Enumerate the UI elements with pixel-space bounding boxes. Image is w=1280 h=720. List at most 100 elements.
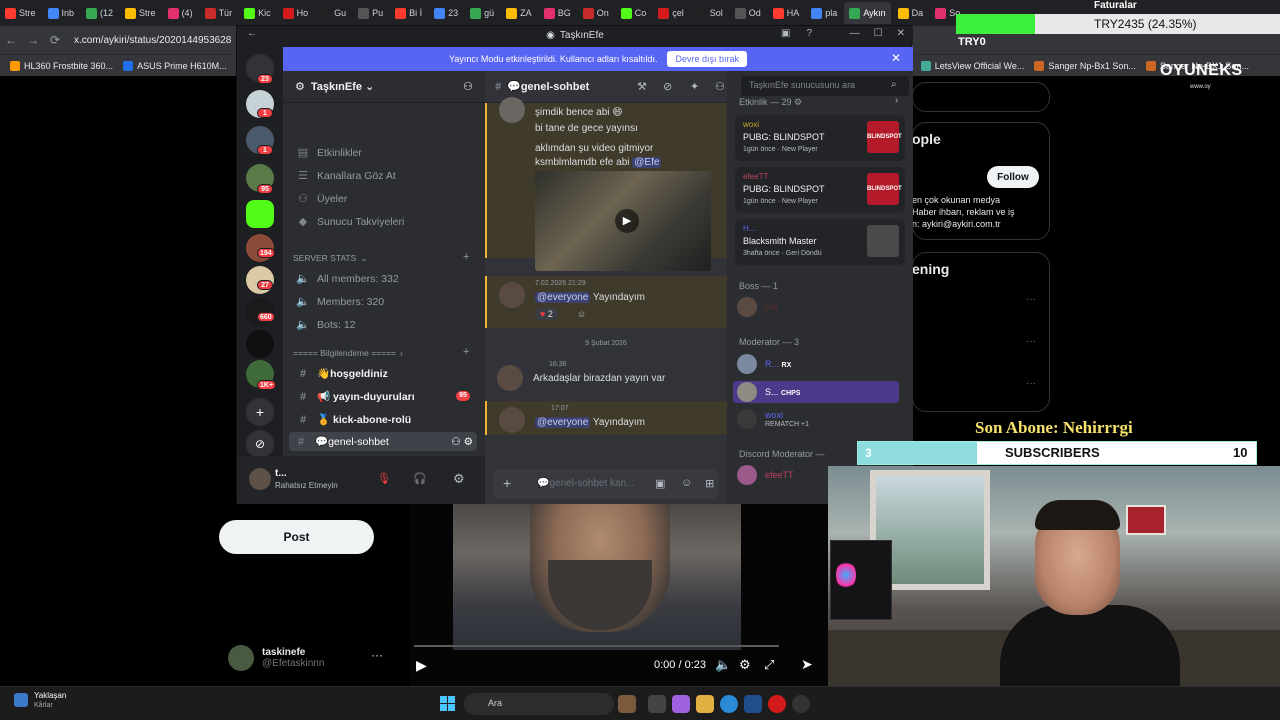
mic-muted-icon[interactable]: 🎙 (377, 472, 391, 485)
browser-tab[interactable]: Aykın (844, 2, 891, 24)
browser-tab[interactable]: çel (653, 2, 689, 24)
add-channel-icon[interactable]: + (463, 251, 469, 263)
member-row[interactable]: S... CHPS (733, 381, 899, 403)
obs-icon[interactable] (792, 695, 810, 713)
start-button[interactable] (440, 696, 456, 712)
add-server-icon[interactable]: + (246, 398, 274, 426)
browser-tab[interactable]: Gu (315, 2, 351, 24)
copilot-icon[interactable] (672, 695, 690, 713)
channel-stream-announcements[interactable]: # 📢 yayın-duyuruları (295, 390, 475, 404)
minimize-icon[interactable]: — (850, 28, 860, 39)
message-input[interactable]: 💬genel-sohbet kan... (537, 478, 635, 489)
browser-tab[interactable]: (4) (163, 2, 198, 24)
apps-icon[interactable]: ⊞ (705, 477, 714, 490)
reaction-heart[interactable]: ♥ 2 (535, 308, 558, 320)
server-boosts-item[interactable]: ◆ Sunucu Takviyeleri (295, 215, 475, 229)
server-name-header[interactable]: ⚙ TaşkınEfe ⌄ ⚇ (283, 71, 485, 103)
browser-tab[interactable]: Stre (0, 2, 41, 24)
task-view-icon[interactable] (648, 695, 666, 713)
browser-tab[interactable]: HA (768, 2, 805, 24)
file-explorer-icon[interactable] (696, 695, 714, 713)
channel-kick-sub-role[interactable]: # 🏅 kick-abone-rolü (295, 413, 475, 427)
profile-switcher[interactable]: taskinefe @Efetaskinnn (228, 645, 324, 671)
browser-tab[interactable]: 23 (429, 2, 463, 24)
opera-icon[interactable] (768, 695, 786, 713)
mention[interactable]: @everyone (535, 417, 591, 428)
bookmark-item[interactable]: Sanger Np-Bx1 Son... (1034, 60, 1136, 71)
fullscreen-icon[interactable]: ⤢ (764, 657, 774, 673)
browser-tab[interactable]: pla (806, 2, 842, 24)
browser-tab[interactable]: Stre (120, 2, 161, 24)
members-item[interactable]: ⚇ Üyeler (295, 192, 475, 206)
help-icon[interactable]: ? (806, 28, 812, 39)
channel-general-chat[interactable]: # 💬genel-sohbet ⚇ ⚙ (289, 432, 477, 451)
play-icon[interactable]: ▶ (416, 657, 427, 674)
play-icon[interactable]: ▶ (615, 209, 639, 233)
edge-icon[interactable] (720, 695, 738, 713)
url-field[interactable]: x.com/aykiri/status/2020144953628 (74, 35, 231, 46)
activity-card[interactable]: H... Blacksmith Master 3hafta önce · Ger… (735, 219, 905, 265)
user-settings-icon[interactable]: ⚙ (453, 471, 465, 487)
browser-tab[interactable]: On (578, 2, 614, 24)
pin-icon[interactable]: ✦ (690, 80, 699, 93)
browser-tab[interactable]: BG (539, 2, 576, 24)
headphones-deafened-icon[interactable]: 🎧 (413, 472, 427, 485)
mention[interactable]: @Efe (632, 157, 662, 168)
discover-icon[interactable]: ⊘ (246, 430, 274, 458)
inbox-icon[interactable]: ▣ (781, 28, 790, 39)
browser-tab[interactable]: Kic (239, 2, 276, 24)
bookmark-item[interactable]: HL360 Frostbite 360... (10, 60, 113, 71)
back-icon[interactable]: ← (0, 33, 22, 47)
gift-icon[interactable]: ▣ (655, 477, 665, 490)
notification-muted-icon[interactable]: ⊘ (663, 80, 672, 93)
bookmark-item[interactable]: LetsView Official We... (920, 60, 1024, 71)
category-server-stats[interactable]: SERVER STATS ⌄ (293, 253, 473, 264)
activity-card[interactable]: woxi PUBG: BLINDSPOT 1gün önce · New Pla… (735, 115, 905, 161)
close-icon[interactable]: ✕ (891, 51, 901, 65)
forward-icon[interactable]: → (22, 33, 44, 47)
browser-tab[interactable]: Bi İ (390, 2, 427, 24)
browser-tab[interactable]: Da (893, 2, 929, 24)
browser-tab[interactable]: ZA (501, 2, 537, 24)
server-icon[interactable] (246, 330, 274, 358)
trend-more-icon[interactable]: ··· (1026, 378, 1036, 389)
back-icon[interactable]: ← (247, 28, 257, 39)
video-attachment[interactable]: ▶ (535, 171, 711, 271)
voice-stat-bots[interactable]: 🔈 Bots: 12 (295, 318, 475, 332)
disable-streamer-mode-button[interactable]: Devre dışı bırak (667, 51, 747, 67)
avatar[interactable] (249, 468, 271, 490)
events-item[interactable]: ▤ Etkinlikler (295, 146, 475, 160)
member-list-icon[interactable]: ⚇ (715, 80, 725, 93)
post-button[interactable]: Post (219, 520, 374, 554)
server-search-input[interactable]: TaşkınEfe sunucusunu ara (741, 76, 909, 96)
settings-icon[interactable]: ⚙ (739, 657, 751, 673)
mention[interactable]: @everyone (535, 292, 591, 303)
close-icon[interactable]: ✕ (897, 28, 905, 39)
video-progress-bar[interactable] (414, 645, 779, 647)
browser-tab[interactable]: Od (730, 2, 766, 24)
add-channel-icon[interactable]: + (463, 346, 469, 358)
chevron-right-icon[interactable]: › (895, 95, 898, 106)
taskbar-app-icon[interactable] (618, 695, 636, 713)
taskbar-search[interactable]: Ara (464, 693, 614, 715)
trend-more-icon[interactable]: ··· (1026, 336, 1036, 347)
x-search-card[interactable] (912, 82, 1050, 112)
maximize-icon[interactable]: ☐ (874, 28, 883, 39)
channel-welcome[interactable]: # 👋hoşgeldiniz (295, 367, 475, 381)
follow-button[interactable]: Follow (987, 166, 1039, 188)
voice-stat-all-members[interactable]: 🔈 All members: 332 (295, 272, 475, 286)
browser-tab[interactable]: Ho (278, 2, 314, 24)
invite-icon[interactable]: ⚇ ⚙ (451, 436, 473, 448)
threads-icon[interactable]: ⚒ (637, 80, 647, 93)
browser-tab[interactable]: Inb (43, 2, 80, 24)
browser-tab[interactable]: (12 (81, 2, 118, 24)
voice-stat-members[interactable]: 🔈 Members: 320 (295, 295, 475, 309)
emoji-icon[interactable]: ☺ (681, 477, 692, 489)
more-icon[interactable]: ··· (371, 648, 383, 662)
browse-channels-item[interactable]: ☰ Kanallara Göz At (295, 169, 475, 183)
add-attachment-icon[interactable]: + (503, 475, 511, 491)
category-info[interactable]: ===== Bilgilendirme ===== › (293, 348, 473, 358)
message-composer[interactable]: + 💬genel-sohbet kan... ▣ ☺ ⊞ (493, 469, 719, 499)
browser-tab[interactable]: Sol (691, 2, 728, 24)
bookmark-item[interactable]: ASUS Prime H610M... (123, 60, 227, 71)
